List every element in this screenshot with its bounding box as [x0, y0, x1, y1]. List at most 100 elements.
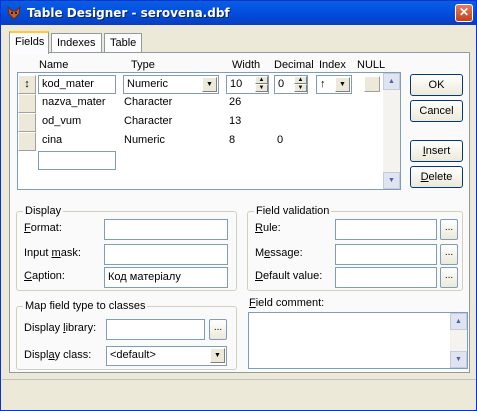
tab-fields[interactable]: Fields — [9, 31, 49, 54]
index-ascending-icon: ↑ — [320, 78, 326, 90]
row-decimal: 0 — [277, 134, 284, 146]
message-input[interactable] — [335, 244, 437, 265]
row-selector[interactable]: ↕ — [18, 75, 36, 94]
new-field-name-input[interactable] — [38, 151, 116, 170]
header-index: Index — [319, 59, 346, 71]
table-row[interactable]: cina Numeric 8 0 — [18, 132, 384, 151]
field-index-select[interactable]: ↑ ▼ — [316, 75, 352, 94]
message-label-pre: M — [255, 247, 265, 259]
field-decimal-spinner[interactable]: 0 ▲ ▼ — [274, 75, 308, 94]
field-comment-label: Field comment: — [249, 297, 324, 309]
chevron-down-icon[interactable]: ▼ — [202, 77, 217, 92]
ok-button[interactable]: OK — [410, 74, 463, 96]
field-validation-group-title: Field validation — [254, 205, 332, 217]
null-toggle-button[interactable] — [364, 76, 380, 92]
row-width: 26 — [229, 96, 242, 108]
spin-up-icon[interactable]: ▲ — [255, 76, 268, 84]
title-bar[interactable]: Table Designer - serovena.dbf ✕ — [1, 1, 476, 25]
map-classes-group-title: Map field type to classes — [23, 300, 148, 312]
table-row[interactable]: nazva_mater Character 26 — [18, 94, 384, 113]
field-width-spinner[interactable]: 10 ▲ ▼ — [226, 75, 269, 94]
header-name: Name — [39, 59, 69, 71]
display-library-input[interactable] — [106, 319, 205, 340]
row-selector[interactable] — [18, 132, 36, 151]
display-class-value: <default> — [110, 349, 156, 361]
field-name-input[interactable]: kod_mater — [38, 75, 116, 94]
decimal-spin-buttons[interactable]: ▲ ▼ — [294, 76, 307, 93]
rule-label-accel: R — [255, 222, 263, 234]
header-type: Type — [131, 59, 155, 71]
insert-label-post: nsert — [425, 145, 451, 157]
default-value-label: Default value: — [255, 270, 322, 282]
insert-button[interactable]: Insert — [410, 140, 463, 162]
field-width-value: 10 — [230, 78, 243, 90]
tab-table-label: Table — [110, 37, 137, 49]
browse-library-button[interactable]: ... — [209, 319, 227, 340]
rule-input[interactable] — [335, 219, 437, 240]
input-mask-label: Input mask: — [24, 247, 81, 259]
fox-icon — [7, 5, 21, 20]
spin-down-icon[interactable]: ▼ — [255, 84, 268, 92]
table-row-new[interactable] — [18, 151, 384, 170]
delete-label-post: elete — [428, 171, 453, 183]
delete-button[interactable]: Delete — [410, 166, 463, 188]
cancel-button[interactable]: Cancel — [410, 100, 463, 122]
tab-table[interactable]: Table — [104, 33, 142, 53]
field-type-select[interactable]: Numeric ▼ — [123, 75, 219, 94]
message-label: Message: — [255, 247, 303, 259]
row-type: Character — [124, 115, 173, 127]
header-null: NULL — [357, 59, 386, 71]
close-button[interactable]: ✕ — [455, 4, 473, 22]
grid-scrollbar[interactable]: ▲ ▼ — [383, 73, 400, 189]
field-comment-textarea[interactable]: ▲ ▼ — [248, 312, 468, 369]
browse-rule-button[interactable]: ... — [440, 219, 458, 240]
field-comment-label-accel: F — [249, 297, 256, 309]
spin-up-icon[interactable]: ▲ — [294, 76, 307, 84]
browse-message-button[interactable]: ... — [440, 244, 458, 265]
width-spin-buttons[interactable]: ▲ ▼ — [255, 76, 268, 93]
row-selector[interactable] — [18, 113, 36, 132]
row-type: Numeric — [124, 134, 165, 146]
browse-default-button[interactable]: ... — [440, 267, 458, 288]
scroll-down-icon[interactable]: ▼ — [450, 351, 467, 368]
fields-grid[interactable]: ↕ kod_mater Numeric ▼ 10 ▲ ▼ 0 ▲ ▼ ↑ ▼ naz… — [17, 72, 401, 190]
chevron-down-icon[interactable]: ▼ — [210, 348, 225, 363]
format-input[interactable] — [104, 219, 228, 240]
field-type-value: Numeric — [127, 78, 168, 90]
row-selector[interactable] — [18, 94, 36, 113]
header-width: Width — [232, 59, 261, 71]
default-value-input[interactable] — [335, 267, 437, 288]
table-row[interactable]: ↕ kod_mater Numeric ▼ 10 ▲ ▼ 0 ▲ ▼ ↑ ▼ — [18, 75, 384, 94]
display-class-label-post: y class: — [54, 349, 92, 361]
display-library-label-post: ibrary: — [65, 322, 97, 334]
close-icon: ✕ — [458, 5, 470, 19]
display-group-title: Display — [23, 205, 64, 217]
row-width: 8 — [229, 134, 236, 146]
row-name: cina — [42, 134, 63, 146]
display-class-select[interactable]: <default> ▼ — [106, 346, 227, 366]
chevron-down-icon[interactable]: ▼ — [335, 77, 350, 92]
caption-input[interactable]: Код матеріалу — [104, 267, 228, 288]
tab-indexes[interactable]: Indexes — [51, 33, 102, 53]
field-decimal-value: 0 — [278, 78, 285, 90]
display-class-label-pre: Displ — [24, 349, 49, 361]
status-bar — [2, 379, 476, 410]
field-comment-label-post: ield comment: — [255, 297, 325, 309]
delete-label-accel: D — [420, 171, 429, 183]
scroll-down-icon[interactable]: ▼ — [383, 172, 400, 189]
caption-label-accel: C — [24, 270, 32, 282]
spin-down-icon[interactable]: ▼ — [294, 84, 307, 92]
caption-label: Caption: — [24, 270, 65, 282]
display-library-label-pre: Display — [24, 322, 64, 334]
input-mask-label-pre: Input — [24, 247, 52, 259]
scroll-up-icon[interactable]: ▲ — [450, 313, 467, 330]
input-mask-input[interactable] — [104, 244, 228, 265]
rule-label-post: ule: — [262, 222, 281, 234]
scroll-up-icon[interactable]: ▲ — [383, 73, 400, 90]
message-label-post: ssage: — [270, 247, 303, 259]
table-row[interactable]: od_vum Character 13 — [18, 113, 384, 132]
rule-label: Rule: — [255, 222, 281, 234]
tab-fields-label: Fields — [15, 36, 45, 48]
comment-scrollbar[interactable]: ▲ ▼ — [450, 313, 467, 368]
format-label-post: ormat: — [30, 222, 62, 234]
